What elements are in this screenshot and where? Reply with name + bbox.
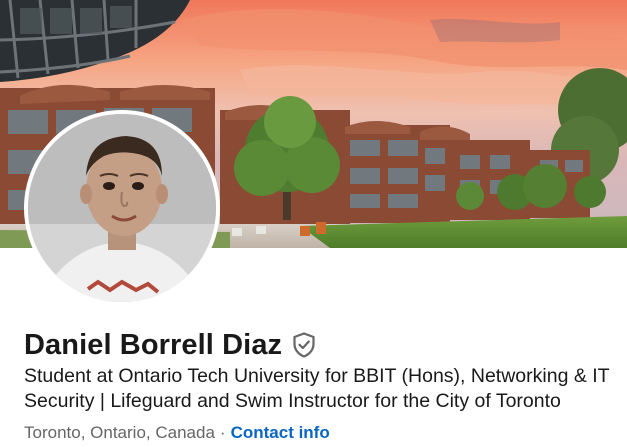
profile-name: Daniel Borrell Diaz [24, 328, 283, 361]
profile-location: Toronto, Ontario, Canada [24, 423, 215, 442]
profile-photo-illustration [28, 114, 216, 302]
location-row: Toronto, Ontario, Canada · Contact info [24, 423, 330, 443]
profile-headline: Student at Ontario Tech University for B… [24, 365, 610, 412]
profile-photo[interactable] [28, 114, 216, 302]
shield-check-icon[interactable] [291, 331, 317, 359]
contact-info-link[interactable]: Contact info [231, 423, 330, 442]
profile-top-card: Daniel Borrell Diaz Student at Ontario T… [0, 0, 627, 447]
profile-photo-frame[interactable] [24, 110, 220, 306]
name-row: Daniel Borrell Diaz [24, 325, 317, 365]
separator-dot: · [219, 423, 226, 442]
